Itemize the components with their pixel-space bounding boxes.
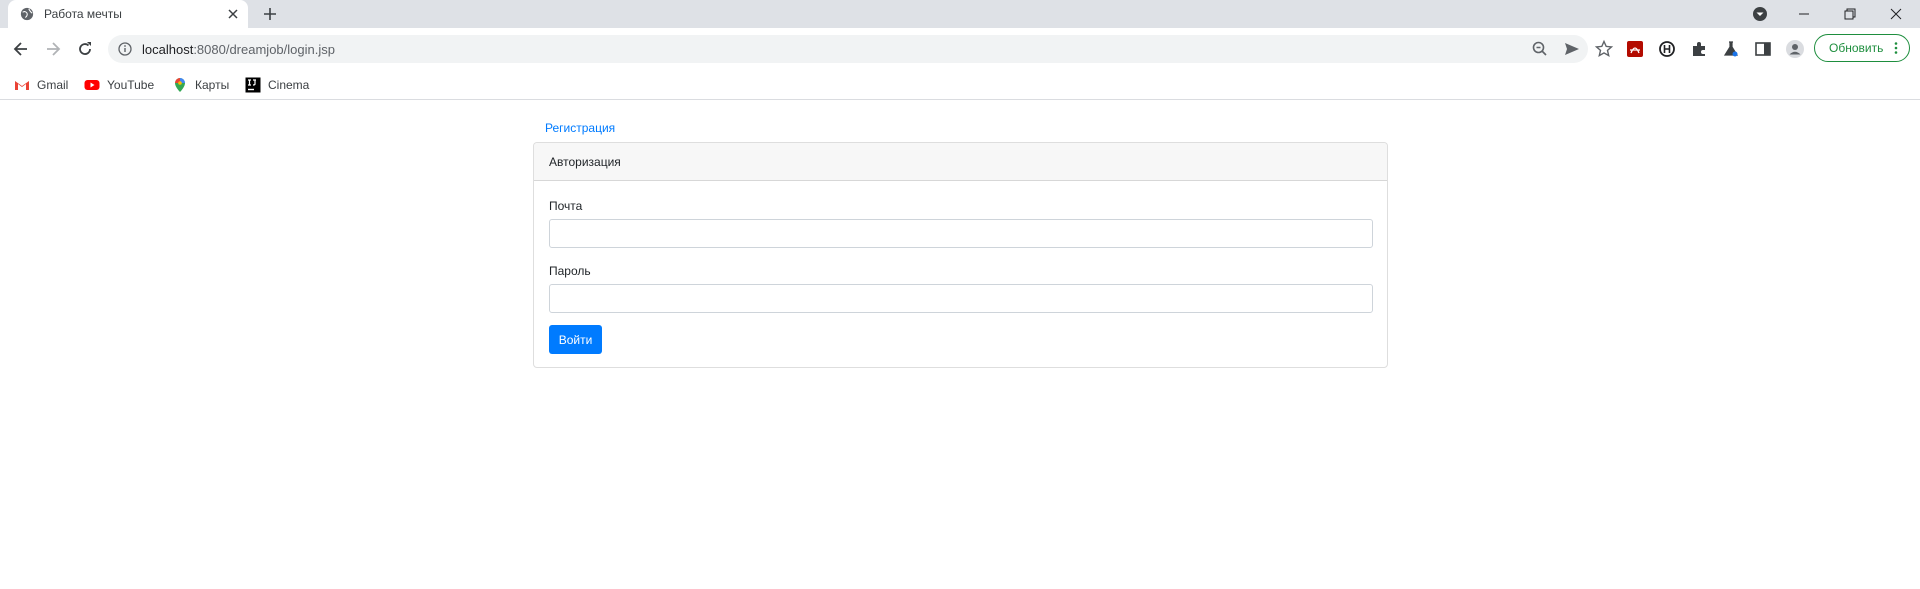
zoom-icon[interactable] xyxy=(1530,39,1550,59)
gmail-icon xyxy=(15,81,29,90)
password-label: Пароль xyxy=(549,264,591,278)
close-window-icon[interactable] xyxy=(1886,4,1906,24)
url-host: localhost xyxy=(142,42,194,57)
bookmark-maps[interactable]: Карты xyxy=(172,76,229,94)
url-text: localhost:8080/dreamjob/login.jsp xyxy=(142,42,335,57)
browser-toolbar: localhost:8080/dreamjob/login.jsp Обнови… xyxy=(0,28,1920,70)
bookmark-youtube[interactable]: YouTube xyxy=(84,76,154,94)
globe-icon xyxy=(20,7,34,21)
card-header: Авторизация xyxy=(534,143,1387,181)
star-icon[interactable] xyxy=(1594,39,1614,59)
site-info-icon[interactable] xyxy=(118,42,132,56)
update-button[interactable]: Обновить xyxy=(1814,34,1910,62)
tab-search-icon[interactable] xyxy=(1750,4,1770,24)
h-extension-icon[interactable] xyxy=(1657,39,1677,59)
tab-strip: Работа мечты xyxy=(0,0,1920,28)
restore-icon[interactable] xyxy=(1840,4,1860,24)
browser-tab[interactable]: Работа мечты xyxy=(8,0,248,28)
bookmark-label: YouTube xyxy=(107,78,155,92)
reload-icon[interactable] xyxy=(75,39,95,59)
card-title: Авторизация xyxy=(549,155,621,169)
bookmark-label: Gmail xyxy=(37,78,69,92)
forward-arrow-icon[interactable] xyxy=(43,39,63,59)
back-arrow-icon[interactable] xyxy=(11,39,31,59)
url-path: :8080/dreamjob/login.jsp xyxy=(193,42,335,57)
labs-flask-icon[interactable] xyxy=(1721,39,1741,59)
pdf-extension-icon[interactable] xyxy=(1625,39,1645,59)
bookmark-label: Cinema xyxy=(268,78,310,92)
side-panel-icon[interactable] xyxy=(1753,39,1773,59)
bookmark-label: Карты xyxy=(195,78,230,92)
email-label: Почта xyxy=(549,199,583,213)
extensions-puzzle-icon[interactable] xyxy=(1689,39,1709,59)
bookmarks-bar: Gmail YouTube Карты Cinema xyxy=(0,70,1920,100)
more-vertical-icon[interactable] xyxy=(1889,41,1903,55)
login-card: Авторизация Почта Пароль Войти xyxy=(533,142,1388,368)
login-button[interactable]: Войти xyxy=(549,325,602,354)
minimize-icon[interactable] xyxy=(1794,4,1814,24)
bookmark-cinema[interactable]: Cinema xyxy=(245,76,309,94)
bookmark-gmail[interactable]: Gmail xyxy=(14,76,68,94)
youtube-icon xyxy=(84,80,100,90)
update-button-label: Обновить xyxy=(1829,41,1884,55)
password-field[interactable] xyxy=(549,284,1373,313)
close-tab-icon[interactable] xyxy=(226,7,240,21)
maps-icon xyxy=(175,78,185,92)
intellij-icon xyxy=(245,77,261,93)
profile-avatar-icon[interactable] xyxy=(1785,39,1805,59)
register-link[interactable]: Регистрация xyxy=(545,121,615,135)
new-tab-icon[interactable] xyxy=(262,6,278,22)
tab-title: Работа мечты xyxy=(44,7,122,21)
address-bar[interactable]: localhost:8080/dreamjob/login.jsp xyxy=(108,35,1614,63)
send-icon[interactable] xyxy=(1562,39,1582,59)
email-field[interactable] xyxy=(549,219,1373,248)
